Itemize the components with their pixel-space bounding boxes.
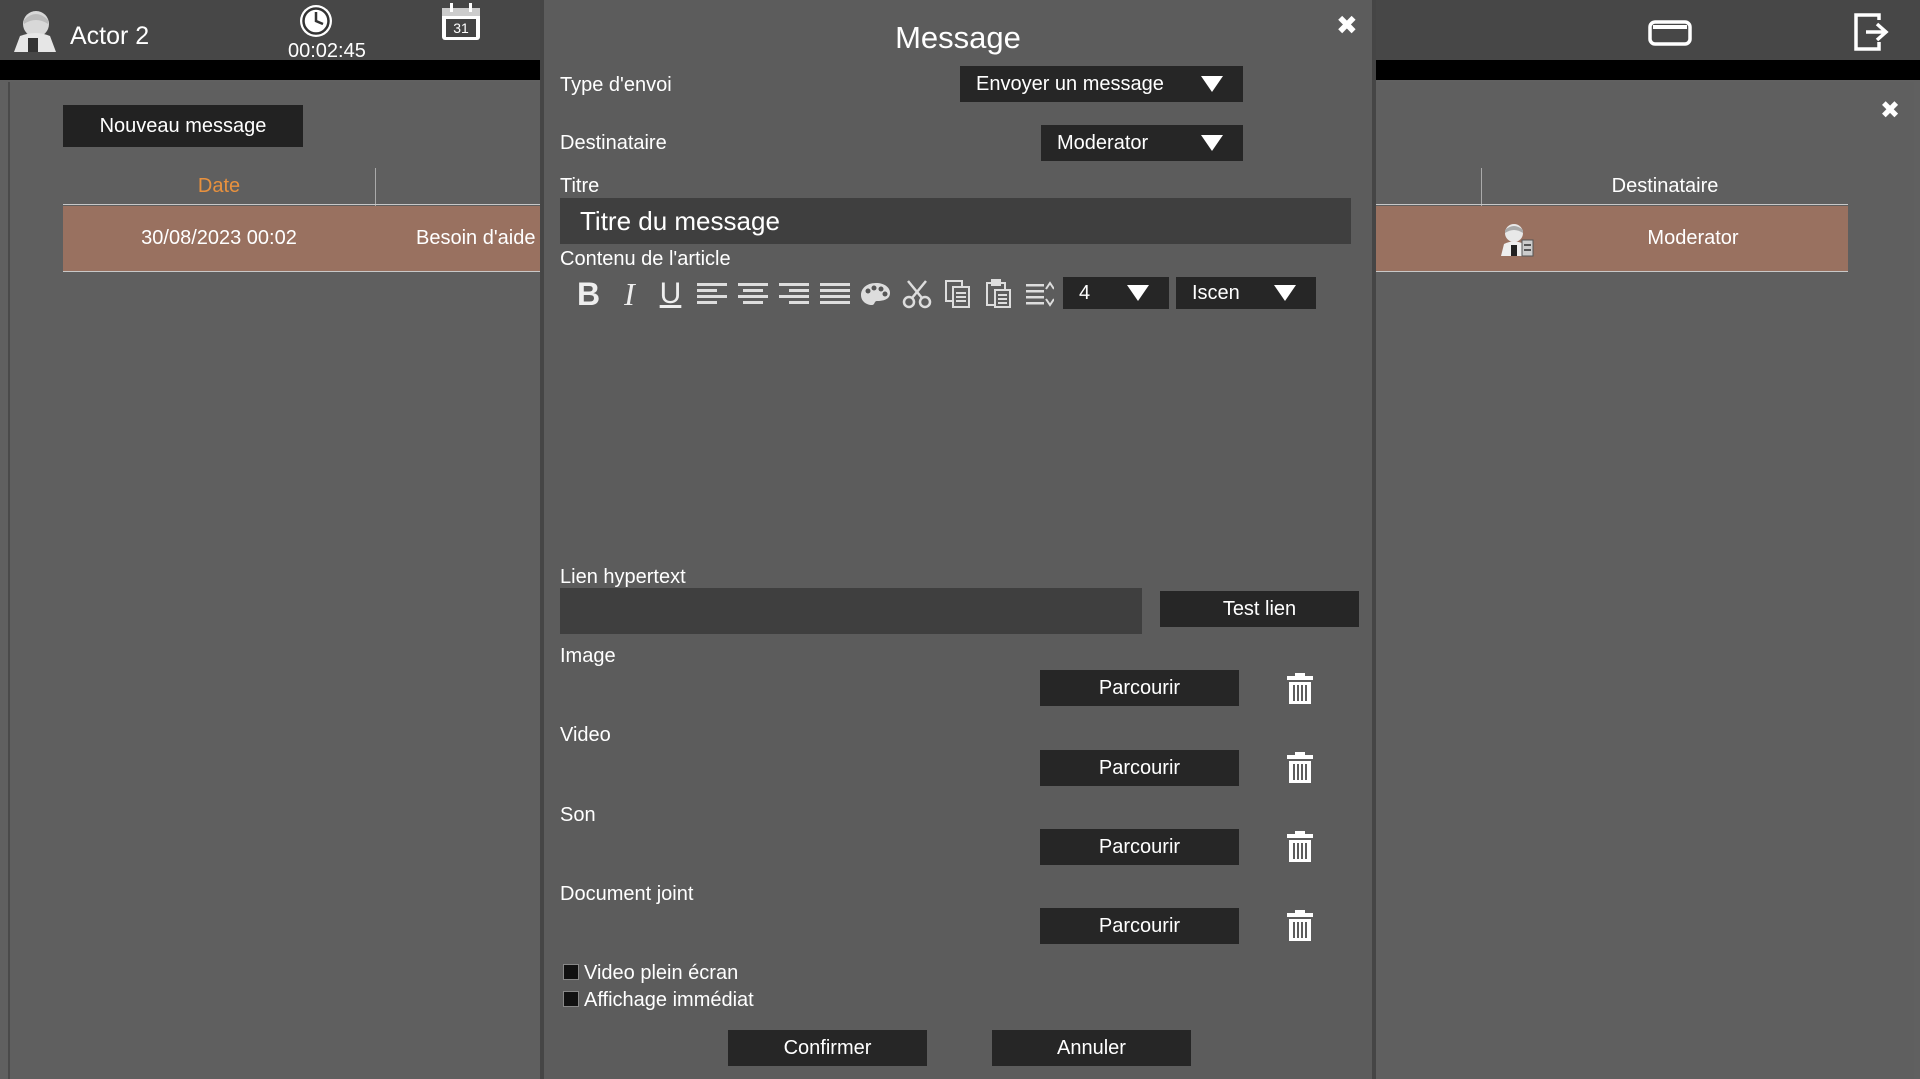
content-editor[interactable] xyxy=(560,318,1351,560)
calendar-day: 31 xyxy=(453,20,469,36)
attachment-label: Document joint xyxy=(560,883,694,905)
delete-video-icon[interactable] xyxy=(1284,752,1316,784)
font-family-value: Iscen xyxy=(1192,281,1240,304)
link-input[interactable] xyxy=(560,588,1142,634)
delete-sound-icon[interactable] xyxy=(1284,831,1316,863)
calendar-icon[interactable]: 31 xyxy=(438,2,484,42)
fullscreen-video-label: Video plein écran xyxy=(584,962,739,984)
user-avatar-icon[interactable] xyxy=(10,8,58,54)
logout-icon[interactable] xyxy=(1853,12,1893,52)
cancel-button[interactable]: Annuler xyxy=(992,1030,1191,1066)
align-center-icon[interactable] xyxy=(732,276,773,312)
dialog-close-icon[interactable]: ✖ xyxy=(1336,10,1358,41)
font-size-select[interactable]: 4 xyxy=(1063,277,1169,309)
fullscreen-video-checkbox[interactable] xyxy=(563,964,579,980)
row-subject: Besoin d'aide xyxy=(416,227,536,249)
browse-sound-button[interactable]: Parcourir xyxy=(1040,829,1239,865)
send-type-label: Type d'envoi xyxy=(560,74,672,96)
chevron-down-icon xyxy=(1201,76,1223,92)
align-left-icon[interactable] xyxy=(691,276,732,312)
delete-image-icon[interactable] xyxy=(1284,673,1316,705)
recipient-value: Moderator xyxy=(1057,131,1149,154)
chevron-down-icon xyxy=(1274,285,1296,301)
paste-icon[interactable] xyxy=(978,276,1019,312)
chevron-down-icon xyxy=(1127,285,1149,301)
underline-button[interactable]: U xyxy=(650,276,691,312)
copy-icon[interactable] xyxy=(937,276,978,312)
link-label: Lien hypertext xyxy=(560,566,686,588)
row-date: 30/08/2023 00:02 xyxy=(141,227,297,249)
title-input[interactable] xyxy=(560,198,1351,244)
browse-image-button[interactable]: Parcourir xyxy=(1040,670,1239,706)
test-link-button[interactable]: Test lien xyxy=(1160,591,1359,627)
text-editor-toolbar: B I U xyxy=(568,276,1060,312)
window-icon[interactable] xyxy=(1648,18,1692,48)
session-timer: 00:02:45 xyxy=(288,40,366,62)
row-recipient: Moderator xyxy=(1647,227,1739,249)
immediate-display-checkbox[interactable] xyxy=(563,991,579,1007)
image-label: Image xyxy=(560,645,616,667)
list-format-icon[interactable] xyxy=(1019,276,1060,312)
actor-name: Actor 2 xyxy=(70,22,150,50)
recipient-select[interactable]: Moderator xyxy=(1041,125,1243,161)
recipient-user-icon xyxy=(1501,224,1534,257)
browse-video-button[interactable]: Parcourir xyxy=(1040,750,1239,786)
recipient-label: Destinataire xyxy=(560,132,667,154)
send-type-select[interactable]: Envoyer un message xyxy=(960,66,1243,102)
align-right-icon[interactable] xyxy=(773,276,814,312)
column-header-recipient[interactable]: Destinataire xyxy=(1482,168,1848,204)
chevron-down-icon xyxy=(1201,135,1223,151)
title-label: Titre xyxy=(560,175,600,197)
confirm-button[interactable]: Confirmer xyxy=(728,1030,927,1066)
clock-icon xyxy=(300,5,332,37)
panel-close-icon[interactable]: ✖ xyxy=(1880,96,1900,125)
color-palette-icon[interactable] xyxy=(855,276,896,312)
sound-label: Son xyxy=(560,804,596,826)
justify-icon[interactable] xyxy=(814,276,855,312)
delete-attachment-icon[interactable] xyxy=(1284,910,1316,942)
font-size-value: 4 xyxy=(1079,281,1091,304)
send-type-value: Envoyer un message xyxy=(976,72,1164,95)
italic-button[interactable]: I xyxy=(609,276,650,312)
bold-button[interactable]: B xyxy=(568,276,609,312)
content-label: Contenu de l'article xyxy=(560,248,731,270)
cut-icon[interactable] xyxy=(896,276,937,312)
video-label: Video xyxy=(560,724,611,746)
font-family-select[interactable]: Iscen xyxy=(1176,277,1316,309)
dialog-title: Message xyxy=(895,20,1021,55)
column-header-date[interactable]: Date xyxy=(63,168,375,204)
browse-attachment-button[interactable]: Parcourir xyxy=(1040,908,1239,944)
immediate-display-label: Affichage immédiat xyxy=(584,989,754,1011)
new-message-button[interactable]: Nouveau message xyxy=(63,105,303,147)
